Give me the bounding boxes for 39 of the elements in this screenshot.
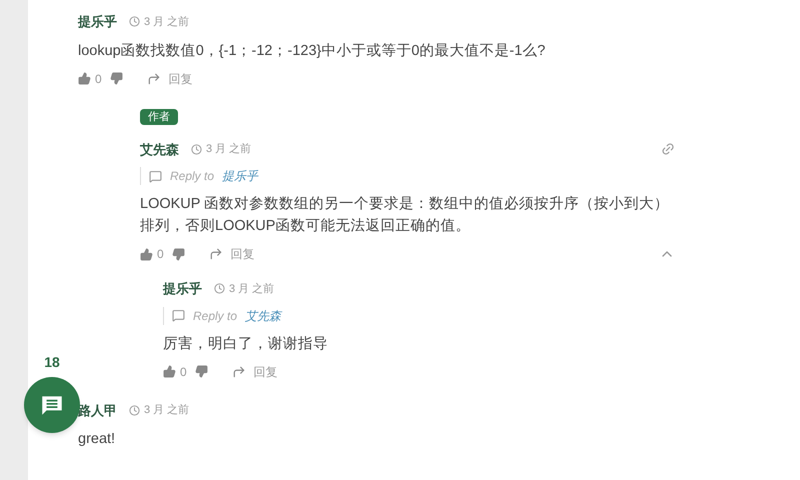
author-name[interactable]: 提乐乎 — [163, 279, 202, 298]
like-count: 0 — [157, 246, 164, 263]
comment-text: great! — [78, 430, 116, 449]
clock-icon — [191, 144, 202, 155]
thumbs-down-icon[interactable] — [194, 365, 208, 378]
reply-to-label: Reply to — [170, 168, 214, 185]
reply-to-label: Reply to — [193, 308, 238, 324]
comment-text: LOOKUP 函数对参数数组的另一个要求是：数组中的值必须按升序（按小到大）排列，否则LOOKUP函数可能无法返回正确的值。 — [140, 195, 670, 236]
thumbs-down-icon[interactable] — [110, 72, 123, 85]
reply-icon — [149, 170, 162, 182]
thumbs-up-icon[interactable] — [140, 248, 153, 260]
like-count: 0 — [95, 70, 102, 88]
reply-arrow-icon — [146, 72, 161, 86]
clock-icon — [129, 16, 140, 28]
comment-count: 18 — [44, 353, 60, 372]
author-badge: 作者 — [140, 108, 178, 124]
reply-to-link[interactable]: 提乐乎 — [222, 167, 258, 185]
comments-button[interactable] — [24, 377, 80, 433]
thumbs-up-icon[interactable] — [78, 72, 91, 85]
comment-text: 厉害，明白了，谢谢指导 — [163, 334, 329, 354]
reply-arrow-icon — [208, 247, 223, 261]
author-name[interactable]: 艾先森 — [140, 140, 179, 159]
reply-arrow-icon — [232, 364, 246, 378]
comment-text: lookup函数找数值0，{-1；-12；-123}中小于或等于0的最大值不是-1么? — [78, 42, 546, 60]
reply-to-link[interactable]: 艾先森 — [245, 306, 282, 324]
comment-time: 3 月 之前 — [206, 142, 252, 157]
comment-time: 3 月 之前 — [144, 402, 190, 418]
reply-button[interactable]: 回复 — [168, 70, 193, 88]
reply-button[interactable]: 回复 — [230, 245, 255, 263]
like-count: 0 — [180, 364, 187, 380]
reply-icon — [172, 309, 185, 322]
comment-time: 3 月 之前 — [229, 282, 274, 296]
thumbs-up-icon[interactable] — [163, 365, 176, 378]
clock-icon — [214, 283, 225, 294]
clock-icon — [129, 404, 140, 416]
comment-time: 3 月 之前 — [144, 14, 190, 30]
author-name[interactable]: 提乐乎 — [78, 12, 117, 32]
thumbs-down-icon[interactable] — [172, 248, 185, 260]
reply-button[interactable]: 回复 — [254, 362, 278, 380]
